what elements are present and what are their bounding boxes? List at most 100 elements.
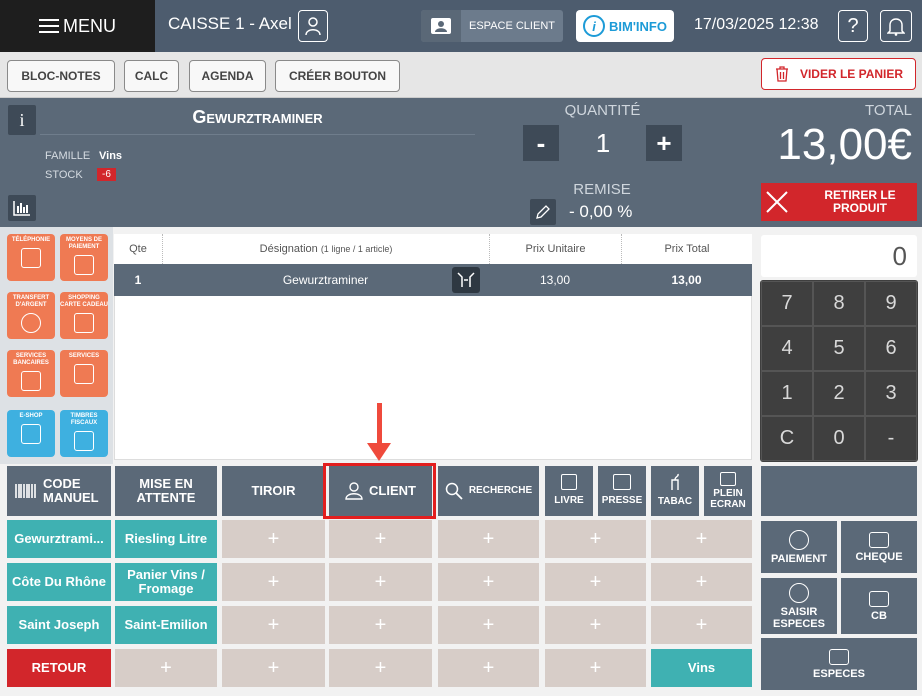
- recherche-button[interactable]: RECHERCHE: [438, 466, 539, 516]
- calc-button[interactable]: CALC: [124, 60, 179, 92]
- cheque-icon: [869, 531, 889, 548]
- grid-empty-slot[interactable]: +: [115, 649, 217, 687]
- category-e-shop[interactable]: E-SHOP: [7, 410, 55, 457]
- remise-value[interactable]: - 0,00 %: [569, 202, 632, 222]
- product-info-button[interactable]: i: [8, 105, 36, 135]
- stats-icon[interactable]: [8, 195, 36, 221]
- grid-empty-slot[interactable]: +: [329, 649, 432, 687]
- key-6[interactable]: 6: [865, 326, 917, 371]
- user-profile-icon[interactable]: [298, 10, 328, 42]
- retour-button[interactable]: RETOUR: [7, 649, 111, 687]
- bell-icon[interactable]: [880, 10, 912, 42]
- tiroir-button[interactable]: TIROIR: [222, 466, 325, 516]
- retirer-produit-button[interactable]: RETIRER LE PRODUIT: [761, 183, 917, 221]
- cheque-label: CHEQUE: [855, 550, 903, 563]
- key-9[interactable]: 9: [865, 281, 917, 326]
- plein-ecran-label: PLEIN ECRAN: [710, 488, 746, 510]
- quantity-minus-button[interactable]: -: [523, 125, 559, 161]
- plein-ecran-button[interactable]: PLEIN ECRAN: [704, 466, 752, 516]
- famille-label: FAMILLE: [45, 150, 91, 162]
- client-card-icon: [421, 10, 461, 42]
- category-timbres-fiscaux[interactable]: TIMBRES FISCAUX: [60, 410, 108, 457]
- category-shopping-carte-cadeau[interactable]: SHOPPING CARTE CADEAU: [60, 292, 108, 339]
- key-2[interactable]: 2: [813, 371, 865, 416]
- agenda-button[interactable]: AGENDA: [189, 60, 266, 92]
- saisir-especes-label: SAISIR ESPECES: [773, 605, 825, 630]
- grid-product-saint-joseph[interactable]: Saint Joseph: [7, 606, 111, 644]
- grid-empty-slot[interactable]: +: [222, 649, 325, 687]
- key-7[interactable]: 7: [761, 281, 813, 326]
- grid-empty-slot[interactable]: +: [438, 649, 539, 687]
- key-c[interactable]: C: [761, 416, 813, 461]
- quantity-plus-button[interactable]: +: [646, 125, 682, 161]
- bim-info-button[interactable]: i BIM'INFO: [576, 10, 674, 42]
- livre-label: LIVRE: [554, 495, 584, 506]
- grid-empty-slot[interactable]: +: [222, 563, 325, 601]
- grid-product-saint-emilion[interactable]: Saint-Emilion: [115, 606, 217, 644]
- grid-empty-slot[interactable]: +: [222, 520, 325, 558]
- grid-empty-slot[interactable]: +: [545, 520, 646, 558]
- grid-empty-slot[interactable]: +: [545, 649, 646, 687]
- datetime: 17/03/2025 12:38: [694, 16, 819, 33]
- code-manuel-button[interactable]: CODE MANUEL: [7, 466, 111, 516]
- edit-pencil-icon[interactable]: [530, 199, 556, 225]
- presse-button[interactable]: PRESSE: [598, 466, 646, 516]
- payment-hand-icon: [74, 255, 94, 275]
- mise-en-attente-button[interactable]: MISE EN ATTENTE: [115, 466, 217, 516]
- cart-screen-icon: [21, 424, 41, 444]
- grid-product-riesling-litre[interactable]: Riesling Litre: [115, 520, 217, 558]
- cb-button[interactable]: CB: [841, 578, 917, 634]
- especes-button[interactable]: ESPECES: [761, 638, 917, 690]
- grid-empty-slot[interactable]: +: [651, 563, 752, 601]
- close-icon: [766, 191, 788, 213]
- info-circle-icon: i: [583, 15, 605, 37]
- key-minus[interactable]: -: [865, 416, 917, 461]
- grid-product-gewurztraminer[interactable]: Gewurztrami...: [7, 520, 111, 558]
- euro-coin-icon: [789, 582, 809, 603]
- grid-empty-slot[interactable]: +: [651, 606, 752, 644]
- presse-label: PRESSE: [601, 495, 643, 506]
- stock-label: STOCK: [45, 169, 83, 181]
- row-designation: Gewurztraminer: [282, 273, 369, 287]
- key-8[interactable]: 8: [813, 281, 865, 326]
- saisir-especes-button[interactable]: SAISIR ESPECES: [761, 578, 837, 634]
- grid-empty-slot[interactable]: +: [545, 563, 646, 601]
- bloc-notes-button[interactable]: BLOC-NOTES: [7, 60, 115, 92]
- tabac-button[interactable]: TABAC: [651, 466, 699, 516]
- grid-empty-slot[interactable]: +: [329, 606, 432, 644]
- category-services-bancaires[interactable]: SERVICES BANCAIRES: [7, 350, 55, 397]
- menu-button[interactable]: MENU: [0, 0, 155, 52]
- espace-client-button[interactable]: ESPACE CLIENT: [421, 10, 563, 42]
- key-0[interactable]: 0: [813, 416, 865, 461]
- category-moyens-paiement[interactable]: MOYENS DE PAIEMENT: [60, 234, 108, 281]
- especes-label: ESPECES: [813, 667, 865, 680]
- grid-empty-slot[interactable]: +: [438, 520, 539, 558]
- grid-empty-slot[interactable]: +: [651, 520, 752, 558]
- key-1[interactable]: 1: [761, 371, 813, 416]
- key-5[interactable]: 5: [813, 326, 865, 371]
- category-transfert-argent[interactable]: TRANSFERT D'ARGENT: [7, 292, 55, 339]
- category-telephonie[interactable]: TÉLÉPHONIE: [7, 234, 55, 281]
- key-4[interactable]: 4: [761, 326, 813, 371]
- grid-empty-slot[interactable]: +: [222, 606, 325, 644]
- grid-empty-slot[interactable]: +: [438, 606, 539, 644]
- key-3[interactable]: 3: [865, 371, 917, 416]
- livre-button[interactable]: LIVRE: [545, 466, 593, 516]
- grid-category-vins[interactable]: Vins: [651, 649, 752, 687]
- quantity-value[interactable]: 1: [562, 125, 644, 161]
- pairing-icon[interactable]: [452, 267, 480, 293]
- vider-panier-button[interactable]: VIDER LE PANIER: [761, 58, 916, 90]
- grid-empty-slot[interactable]: +: [329, 563, 432, 601]
- pointer-arrow: [377, 403, 382, 445]
- help-icon[interactable]: ?: [838, 10, 868, 42]
- grid-product-panier-vins-fromage[interactable]: Panier Vins / Fromage: [115, 563, 217, 601]
- cheque-button[interactable]: CHEQUE: [841, 521, 917, 573]
- creer-bouton-button[interactable]: CRÉER BOUTON: [275, 60, 400, 92]
- grid-empty-slot[interactable]: +: [329, 520, 432, 558]
- category-services[interactable]: SERVICES: [60, 350, 108, 397]
- ticket-row[interactable]: 1 Gewurztraminer 13,00 13,00: [114, 264, 752, 296]
- grid-empty-slot[interactable]: +: [545, 606, 646, 644]
- grid-empty-slot[interactable]: +: [438, 563, 539, 601]
- paiement-button[interactable]: PAIEMENT: [761, 521, 837, 573]
- grid-product-cote-du-rhone[interactable]: Côte Du Rhône: [7, 563, 111, 601]
